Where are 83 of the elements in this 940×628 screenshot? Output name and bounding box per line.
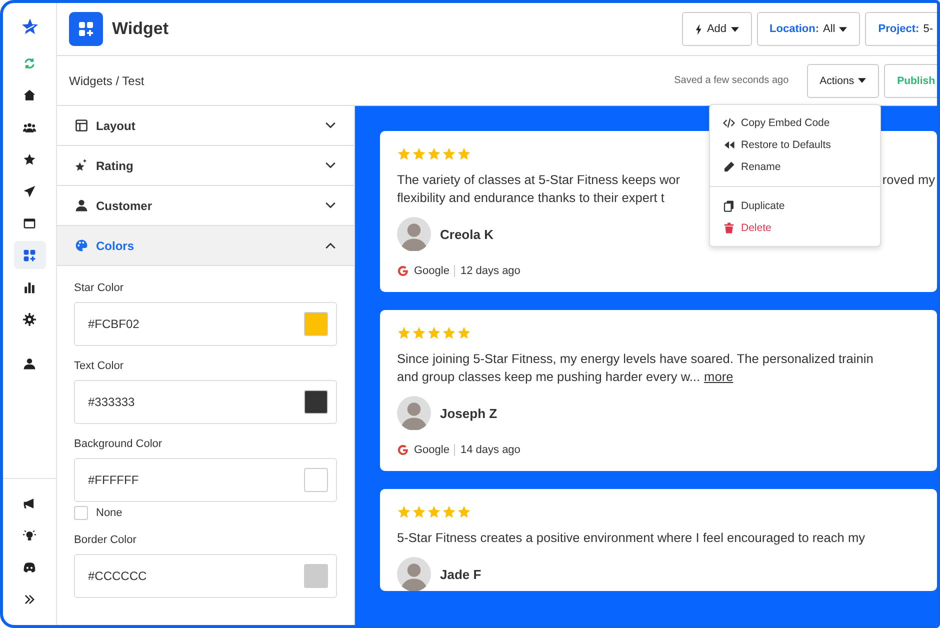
- widgets-icon[interactable]: [14, 241, 46, 269]
- field-label: Star Color: [74, 282, 125, 294]
- star-icon: [412, 147, 426, 161]
- field-label: Border Color: [74, 534, 138, 546]
- color-input[interactable]: #333333: [74, 380, 337, 424]
- menu-item[interactable]: Restore to Defaults: [710, 134, 880, 156]
- star-icon: [427, 326, 441, 340]
- star-icon: [427, 505, 441, 519]
- menu-item[interactable]: Rename: [710, 156, 880, 178]
- color-swatch[interactable]: [304, 468, 328, 492]
- caret-icon: [858, 78, 866, 83]
- color-swatch[interactable]: [304, 564, 328, 588]
- review-text: roved my: [882, 171, 935, 189]
- review-text: The variety of classes at 5-Star Fitness keeps wor: [397, 171, 680, 189]
- accordion-header[interactable]: Colors: [57, 226, 354, 266]
- copy-icon: [723, 200, 735, 212]
- review-date: 14 days ago: [460, 444, 520, 456]
- layout-icon: [75, 119, 88, 132]
- review-text: flexibility and endurance thanks to their expert t: [397, 189, 664, 207]
- review-date: 12 days ago: [460, 265, 520, 277]
- google-g-icon: [397, 265, 409, 277]
- review-text: and group classes keep me pushing harder every w...: [397, 368, 700, 386]
- caret-icon: [730, 26, 739, 32]
- chevron-icon: [325, 242, 336, 249]
- checkbox-label: None: [96, 507, 122, 519]
- accordion-header[interactable]: Rating: [57, 146, 354, 186]
- saved-status: Saved a few seconds ago: [674, 75, 789, 86]
- chevron-icon: [325, 202, 336, 209]
- field-label: Background Color: [74, 438, 164, 450]
- field-label: Text Color: [74, 360, 125, 372]
- reviewer-name: Creola K: [440, 226, 494, 242]
- color-input[interactable]: #FCBF02: [74, 302, 337, 346]
- star-icon: [457, 505, 471, 519]
- star-icon: [397, 505, 411, 519]
- review-text: Since joining 5-Star Fitness, my energy levels have soared. The personalized trainin: [397, 350, 874, 368]
- color-swatch[interactable]: [304, 390, 328, 414]
- color-input[interactable]: #FFFFFF: [74, 458, 337, 502]
- filter-dropdown[interactable]: Location: All: [756, 12, 860, 46]
- google-g-icon: [397, 444, 409, 456]
- star-icon: [397, 147, 411, 161]
- menu-item[interactable]: Copy Embed Code: [710, 112, 880, 134]
- star-icon: [457, 326, 471, 340]
- avatar: [397, 557, 431, 591]
- more-link[interactable]: more: [704, 368, 734, 386]
- trash-icon: [723, 222, 735, 234]
- star-icon: [412, 326, 426, 340]
- breadcrumb[interactable]: Widgets / Test: [69, 74, 144, 88]
- user-icon: [75, 199, 88, 212]
- page-title: Widget: [112, 19, 169, 39]
- star-logo-icon[interactable]: [20, 17, 40, 37]
- reviewer-name: Jade F: [440, 566, 482, 582]
- menu-item[interactable]: Delete: [710, 217, 880, 239]
- star-icon: [427, 147, 441, 161]
- caret-icon: [839, 26, 848, 32]
- checkbox[interactable]: [74, 506, 88, 520]
- color-swatch[interactable]: [304, 312, 328, 336]
- menu-item[interactable]: Duplicate: [710, 195, 880, 217]
- actions-button[interactable]: Actions: [806, 64, 880, 98]
- star-icon: [442, 326, 456, 340]
- star-icon: [457, 147, 471, 161]
- star-icon: [412, 505, 426, 519]
- star-icon: [442, 147, 456, 161]
- review-source: Google: [414, 444, 450, 456]
- add-button[interactable]: Add: [682, 12, 752, 46]
- code-icon: [723, 117, 735, 129]
- palette-icon: [75, 239, 88, 252]
- sparkle-star-icon: [75, 159, 88, 172]
- avatar: [397, 217, 431, 251]
- reviewer-name: Joseph Z: [440, 406, 498, 420]
- lightning-icon: [694, 24, 703, 34]
- color-input[interactable]: #CCCCCC: [74, 554, 337, 598]
- pencil-icon: [723, 161, 735, 173]
- star-icon: [397, 326, 411, 340]
- star-icon: [442, 505, 456, 519]
- chevron-icon: [325, 122, 336, 129]
- accordion-header[interactable]: Layout: [57, 106, 354, 146]
- chevron-icon: [325, 162, 336, 169]
- rewind-icon: [723, 139, 735, 151]
- review-text: 5-Star Fitness creates a positive environment where I feel encouraged to reach my: [397, 529, 866, 547]
- widgets-icon: [69, 12, 103, 46]
- review-source: Google: [414, 265, 450, 277]
- avatar: [397, 396, 431, 430]
- filter-dropdown[interactable]: Project: 5-: [865, 12, 937, 46]
